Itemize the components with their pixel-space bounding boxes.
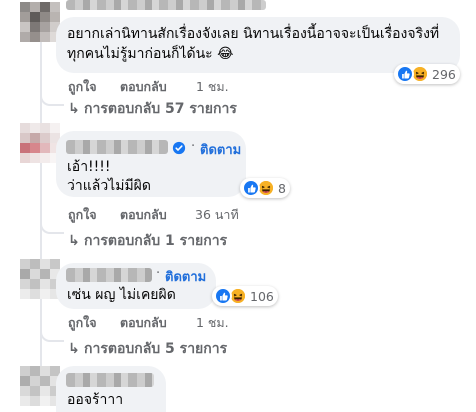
follow-button[interactable]: ติดตาม [200, 139, 241, 160]
reaction-count: 8 [278, 180, 286, 196]
reply-button[interactable]: ตอบกลับ [120, 205, 167, 225]
comment-timestamp[interactable]: 36 นาที [195, 205, 239, 225]
comment-text-line: ทุกคนไม่รู้มาก่อนก็ได้นะ 😂 [67, 46, 234, 62]
avatar[interactable] [20, 366, 60, 406]
comment-timestamp[interactable]: 1 ชม. [196, 313, 229, 333]
author-name-redacted [66, 373, 154, 387]
reply-connector [40, 214, 64, 234]
view-replies-link[interactable]: ↳ การตอบกลับ 5 รายการ [68, 338, 227, 360]
reaction-summary[interactable]: 8 [240, 178, 290, 198]
separator-dot: · [191, 139, 196, 154]
view-replies-link[interactable]: ↳ การตอบกลับ 1 รายการ [68, 230, 227, 252]
comment-text-line: เซ่น ผญ ไม่เคยผิด [67, 287, 176, 303]
reply-arrow-icon: ↳ [68, 341, 80, 357]
view-replies-label: การตอบกลับ 5 รายการ [84, 341, 228, 357]
reply-arrow-icon: ↳ [68, 101, 80, 117]
view-replies-link[interactable]: ↳ การตอบกลับ 57 รายการ [68, 98, 237, 120]
author-name-redacted [66, 268, 152, 282]
reply-connector [40, 322, 64, 342]
like-icon [242, 179, 260, 197]
reaction-count: 296 [432, 66, 456, 82]
like-icon [396, 65, 414, 83]
comment-timestamp[interactable]: 1 ชม. [196, 77, 229, 97]
reply-button[interactable]: ตอบกลับ [120, 313, 167, 333]
view-replies-label: การตอบกลับ 1 รายการ [84, 233, 228, 249]
view-replies-label: การตอบกลับ 57 รายการ [84, 101, 237, 117]
verified-badge-icon [172, 140, 186, 155]
avatar[interactable] [20, 259, 60, 299]
reaction-summary[interactable]: 106 [212, 286, 278, 306]
follow-button[interactable]: ติดตาม [165, 266, 206, 287]
avatar[interactable] [20, 123, 60, 163]
like-button[interactable]: ถูกใจ [68, 77, 97, 97]
reaction-count: 106 [250, 288, 274, 304]
reaction-summary[interactable]: 296 [394, 64, 460, 84]
comment-text-line: เอ้า!!!! [67, 159, 111, 175]
like-button[interactable]: ถูกใจ [68, 205, 97, 225]
comment-text-line: อยากเล่านิทานสักเรื่องจังเลย นิทานเรื่อง… [67, 26, 440, 42]
like-icon [214, 287, 232, 305]
author-name-redacted [66, 140, 168, 154]
comment-text-line: ออจร้าาา [67, 392, 124, 408]
comment-text-line: ว่าแล้วไม่มีผิด [67, 178, 151, 194]
reply-button[interactable]: ตอบกลับ [120, 77, 167, 97]
like-button[interactable]: ถูกใจ [68, 313, 97, 333]
author-name-redacted [66, 0, 266, 10]
avatar[interactable] [20, 2, 60, 42]
reply-connector [40, 86, 64, 106]
separator-dot: · [156, 266, 161, 281]
reply-arrow-icon: ↳ [68, 233, 80, 249]
